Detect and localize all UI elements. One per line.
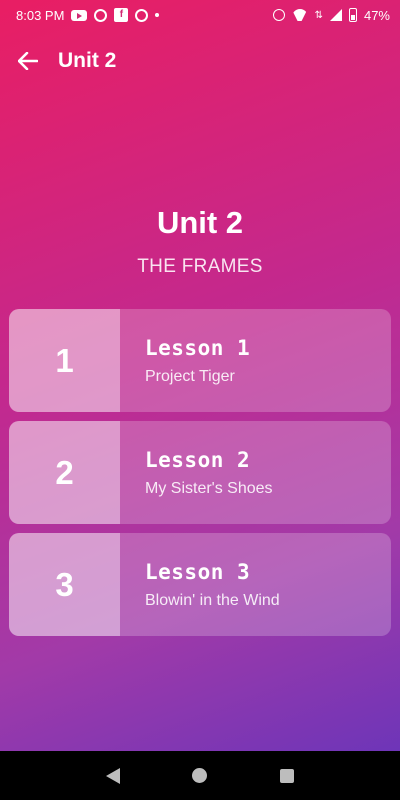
data-arrows-icon: ⇅ [314,9,323,21]
youtube-icon [71,9,88,21]
nav-back-button[interactable] [93,756,133,796]
lesson-number: 3 [9,533,120,636]
fc-icon [135,8,149,22]
nav-recents-button[interactable] [267,756,307,796]
nav-home-button[interactable] [180,756,220,796]
wifi-icon [292,9,308,21]
lesson-name: Project Tiger [145,367,235,385]
arrow-back-icon [18,52,38,70]
status-time: 8:03 PM [16,7,65,23]
app-screen: 8:03 PM f ⇅ 47% Unit 2 Unit 2 THE FRAMES… [0,0,400,751]
lesson-info: Lesson 3 Blowin' in the Wind [120,533,280,636]
nav-back-icon [106,767,121,784]
nav-recents-icon [279,768,294,783]
battery-percent: 47% [363,7,390,23]
opera-icon [94,8,108,22]
lesson-number: 2 [9,421,120,524]
lesson-list: 1 Lesson 1 Project Tiger 2 Lesson 2 My S… [9,309,391,645]
lesson-card-2[interactable]: 2 Lesson 2 My Sister's Shoes [9,421,391,524]
dot-icon [155,13,160,17]
app-bar: Unit 2 [0,30,400,92]
nav-home-icon [192,768,208,783]
app-bar-title: Unit 2 [58,49,117,72]
unit-subtitle: THE FRAMES [137,256,263,277]
status-right: ⇅ 47% [272,7,390,23]
lesson-name: Blowin' in the Wind [145,591,280,609]
lesson-info: Lesson 1 Project Tiger [120,309,250,412]
lesson-card-1[interactable]: 1 Lesson 1 Project Tiger [9,309,391,412]
system-nav-bar [0,751,400,800]
unit-title: Unit 2 [156,205,244,240]
status-bar: 8:03 PM f ⇅ 47% [0,0,400,30]
facebook-icon: f [114,8,129,22]
alarm-icon [272,9,285,21]
lesson-label: Lesson 2 [145,447,251,472]
lesson-number: 1 [9,309,120,412]
lesson-name: My Sister's Shoes [145,479,273,497]
back-button[interactable] [0,33,56,89]
battery-icon [348,8,357,22]
status-left: 8:03 PM f [16,7,160,23]
lesson-label: Lesson 3 [145,559,251,584]
lesson-card-3[interactable]: 3 Lesson 3 Blowin' in the Wind [9,533,391,636]
signal-icon [329,9,342,21]
lesson-info: Lesson 2 My Sister's Shoes [120,421,273,524]
lesson-label: Lesson 1 [145,335,251,360]
